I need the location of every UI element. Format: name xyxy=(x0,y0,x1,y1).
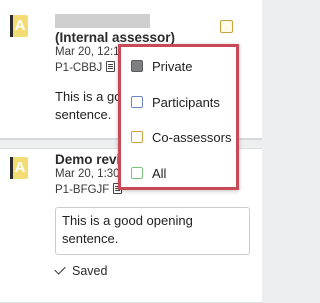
menu-item-participants[interactable]: Participants xyxy=(131,92,220,112)
comment-date: Mar 20, 12:16 xyxy=(55,46,126,58)
comment-input-line: This is a good opening xyxy=(62,213,193,228)
comment-input[interactable]: This is a good opening sentence. xyxy=(55,207,250,255)
co-assessors-swatch-icon xyxy=(131,131,143,143)
comment-author-title: (Internal assessor) xyxy=(55,30,176,45)
check-icon xyxy=(54,263,66,275)
comment-id: P1-BFGJF xyxy=(55,184,110,196)
comment-id-row: P1-BFGJF xyxy=(55,183,123,196)
menu-item-co-assessors[interactable]: Co-assessors xyxy=(131,127,231,147)
menu-item-label: Private xyxy=(152,58,193,74)
redacted-name xyxy=(55,14,150,28)
menu-item-label: Co-assessors xyxy=(152,129,232,145)
saved-label: Saved xyxy=(72,264,108,278)
comment-date: Mar 20, 1:30 xyxy=(55,168,120,180)
visibility-menu: Private Participants Co-assessors All xyxy=(118,44,239,190)
comment-input-line: sentence. xyxy=(62,231,119,246)
menu-item-all[interactable]: All xyxy=(131,163,166,183)
participants-swatch-icon xyxy=(131,96,143,108)
avatar-letter: A xyxy=(14,159,26,176)
document-icon[interactable] xyxy=(106,61,116,72)
saved-status: Saved xyxy=(54,263,108,278)
menu-item-label: Participants xyxy=(152,94,220,110)
visibility-toggle-icon[interactable] xyxy=(220,20,233,33)
assessor-avatar: A xyxy=(10,15,28,37)
assessor-avatar: A xyxy=(10,157,28,179)
avatar-letter: A xyxy=(14,17,26,34)
comment-id-row: P1-CBBJ xyxy=(55,61,116,74)
all-swatch-icon xyxy=(131,167,143,179)
menu-item-label: All xyxy=(152,165,167,181)
comment-id: P1-CBBJ xyxy=(55,62,103,74)
menu-item-private[interactable]: Private xyxy=(131,56,192,76)
comment-author-title: Demo revi xyxy=(55,152,121,167)
private-swatch-icon xyxy=(131,60,143,72)
